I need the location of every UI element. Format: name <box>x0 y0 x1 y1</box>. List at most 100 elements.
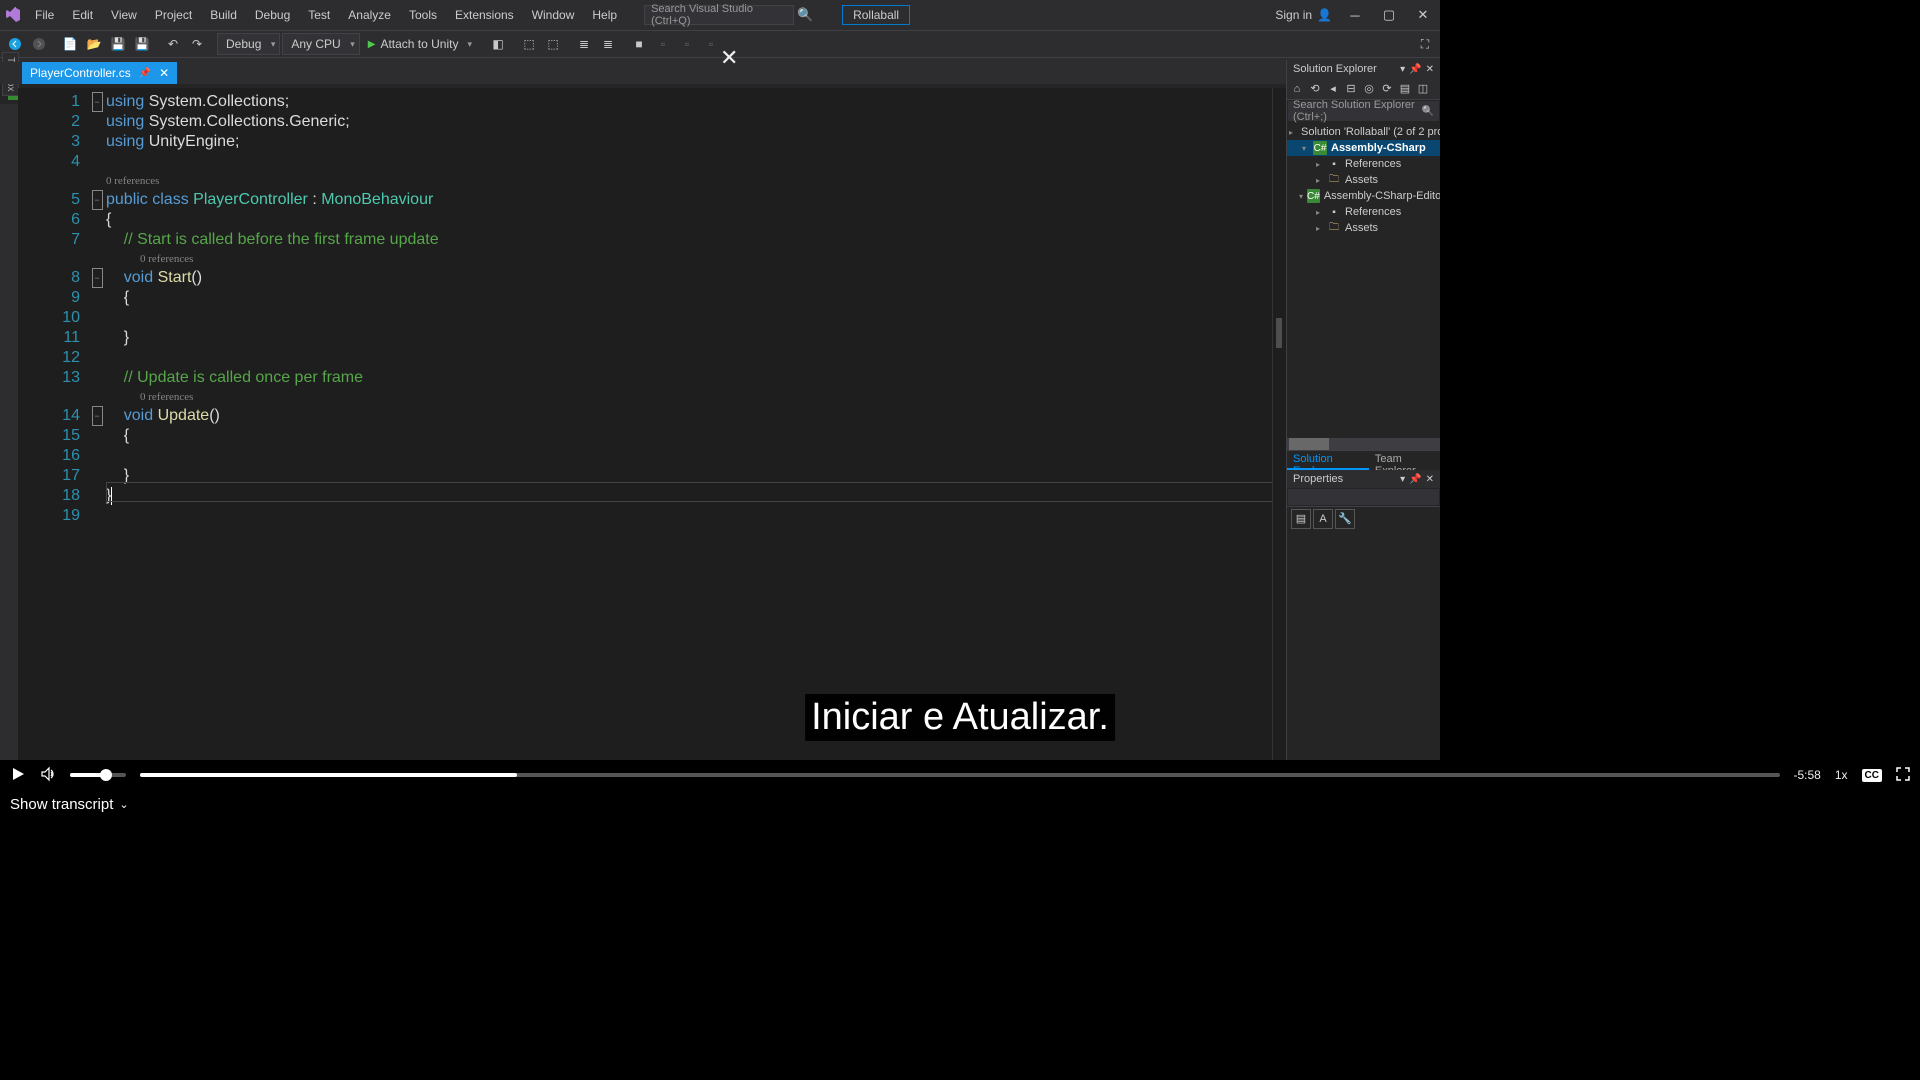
solution-tree[interactable]: ▸Solution 'Rollaball' (2 of 2 projects) … <box>1287 122 1440 438</box>
tree-label: References <box>1345 206 1401 218</box>
menu-extensions[interactable]: Extensions <box>446 0 523 30</box>
solution-explorer-title: Solution Explorer ▾ 📌 ✕ <box>1287 60 1440 78</box>
subtitle-caption: Iniciar e Atualizar. <box>805 694 1115 741</box>
fullscreen-button[interactable] <box>1896 767 1910 784</box>
save-all-button[interactable]: 💾 <box>131 33 153 55</box>
uncomment-button[interactable]: ▫ <box>652 33 674 55</box>
tab-team-explorer[interactable]: Team Explorer <box>1369 451 1440 470</box>
save-button[interactable]: 💾 <box>107 33 129 55</box>
title-bar: File Edit View Project Build Debug Test … <box>0 0 1440 30</box>
menu-build[interactable]: Build <box>201 0 246 30</box>
attach-to-unity-button[interactable]: ▶ Attach to Unity <box>362 33 478 55</box>
panel-dropdown-icon[interactable]: ▾ <box>1400 64 1405 75</box>
properties-panel: Properties ▾ 📌 ✕ ▤ A 🔧 <box>1286 470 1440 760</box>
play-icon: ▶ <box>368 39 376 50</box>
solution-explorer-search[interactable]: Search Solution Explorer (Ctrl+;) <box>1288 101 1439 121</box>
panel-pin-icon[interactable]: 📌 <box>1409 64 1421 75</box>
solution-explorer-panel: Solution Explorer ▾ 📌 ✕ ⌂ ⟲ ◂ ⊟ ◎ ⟳ ▤ ◫ … <box>1286 60 1440 470</box>
menu-edit[interactable]: Edit <box>63 0 102 30</box>
progress-bar[interactable] <box>140 773 1780 777</box>
play-button[interactable] <box>10 766 26 785</box>
volume-slider[interactable] <box>70 773 126 777</box>
menu-debug[interactable]: Debug <box>246 0 299 30</box>
window-maximize-button[interactable]: ▢ <box>1372 3 1406 27</box>
search-icon[interactable]: 🔍 <box>794 5 816 25</box>
panel-close-icon[interactable]: ✕ <box>1426 474 1434 485</box>
quick-launch-input[interactable]: Search Visual Studio (Ctrl+Q) <box>644 5 794 25</box>
sync-icon[interactable]: ⟲ <box>1307 81 1323 97</box>
back-icon[interactable]: ◂ <box>1325 81 1341 97</box>
fold-toggle-icon[interactable]: − <box>92 92 103 112</box>
chevron-down-icon: ⌄ <box>119 798 128 811</box>
properties-title: Properties ▾ 📌 ✕ <box>1287 470 1440 488</box>
collapse-icon[interactable]: ⊟ <box>1343 81 1359 97</box>
indent-right-button[interactable]: ≣ <box>597 33 619 55</box>
playback-speed-button[interactable]: 1x <box>1835 768 1848 782</box>
csproj-icon: C# <box>1307 189 1320 203</box>
code-editor[interactable]: 1 2 3 4 5 6 7 8 9 10 11 12 13 14 15 16 1… <box>18 88 1284 760</box>
configuration-combo[interactable]: Debug <box>217 33 280 55</box>
refresh-icon[interactable]: ⟳ <box>1379 81 1395 97</box>
nav-forward-button[interactable] <box>28 33 50 55</box>
tab-solution-explorer[interactable]: Solution Explorer <box>1287 451 1369 470</box>
folder-icon: 🗀 <box>1327 173 1341 187</box>
new-project-button[interactable]: 📄 <box>59 33 81 55</box>
alphabetical-icon[interactable]: A <box>1313 509 1333 529</box>
bookmark-button[interactable]: ▫ <box>676 33 698 55</box>
fold-toggle-icon[interactable]: − <box>92 406 103 426</box>
panel-pin-icon[interactable]: 📌 <box>1409 474 1421 485</box>
menu-view[interactable]: View <box>102 0 146 30</box>
preview-icon[interactable]: ◫ <box>1415 81 1431 97</box>
show-transcript-button[interactable]: Show transcript ⌄ <box>10 796 129 813</box>
outlining-margin[interactable]: − − − − <box>88 88 106 760</box>
menu-window[interactable]: Window <box>523 0 584 30</box>
window-minimize-button[interactable]: ─ <box>1338 3 1372 27</box>
transcript-label: Show transcript <box>10 796 113 813</box>
properties-icon[interactable]: ▤ <box>1397 81 1413 97</box>
property-pages-icon[interactable]: 🔧 <box>1335 509 1355 529</box>
tab-close-icon[interactable]: ✕ <box>159 66 169 80</box>
menu-test[interactable]: Test <box>299 0 339 30</box>
window-close-button[interactable]: ✕ <box>1406 3 1440 27</box>
codelens-indicator[interactable]: 0 references <box>106 388 1284 406</box>
tree-label: Assembly-CSharp <box>1331 142 1426 154</box>
toolbar-btn-1[interactable]: ◧ <box>487 33 509 55</box>
menu-help[interactable]: Help <box>583 0 626 30</box>
toolbar-btn-3[interactable]: ⬚ <box>542 33 564 55</box>
menu-project[interactable]: Project <box>146 0 201 30</box>
codelens-indicator[interactable]: 0 references <box>106 250 1284 268</box>
properties-object-combo[interactable] <box>1288 489 1439 505</box>
sign-in-button[interactable]: Sign in 👤 <box>1275 8 1332 22</box>
sign-in-label: Sign in <box>1275 8 1312 22</box>
indent-left-button[interactable]: ≣ <box>573 33 595 55</box>
comment-button[interactable]: ■ <box>628 33 650 55</box>
panel-close-icon[interactable]: ✕ <box>1426 64 1434 75</box>
open-file-button[interactable]: 📂 <box>83 33 105 55</box>
menu-file[interactable]: File <box>26 0 63 30</box>
code-area[interactable]: using System.Collections; using System.C… <box>106 88 1284 760</box>
volume-button[interactable] <box>40 766 56 785</box>
undo-button[interactable]: ↶ <box>162 33 184 55</box>
menu-analyze[interactable]: Analyze <box>339 0 400 30</box>
editor-annotation-bar[interactable] <box>1272 88 1286 760</box>
fold-toggle-icon[interactable]: − <box>92 268 103 288</box>
folder-icon: 🗀 <box>1327 221 1341 235</box>
document-tab[interactable]: PlayerController.cs 📌 ✕ <box>22 62 177 84</box>
redo-button[interactable]: ↷ <box>186 33 208 55</box>
codelens-indicator[interactable]: 0 references <box>106 172 1284 190</box>
pin-icon[interactable]: 📌 <box>139 68 151 79</box>
platform-combo[interactable]: Any CPU <box>282 33 359 55</box>
home-icon[interactable]: ⌂ <box>1289 81 1305 97</box>
solution-explorer-toolbar: ⌂ ⟲ ◂ ⊟ ◎ ⟳ ▤ ◫ <box>1287 78 1440 100</box>
menu-tools[interactable]: Tools <box>400 0 446 30</box>
categorized-icon[interactable]: ▤ <box>1291 509 1311 529</box>
toolbar-btn-2[interactable]: ⬚ <box>518 33 540 55</box>
video-close-button[interactable]: ✕ <box>720 45 738 71</box>
panel-scrollbar[interactable] <box>1287 438 1440 450</box>
toolbar-fullscreen-button[interactable]: ⛶ <box>1414 33 1436 55</box>
toolbar-btn-9[interactable]: ▫ <box>700 33 722 55</box>
captions-button[interactable]: CC <box>1862 769 1882 782</box>
show-all-icon[interactable]: ◎ <box>1361 81 1377 97</box>
fold-toggle-icon[interactable]: − <box>92 190 103 210</box>
panel-dropdown-icon[interactable]: ▾ <box>1400 474 1405 485</box>
